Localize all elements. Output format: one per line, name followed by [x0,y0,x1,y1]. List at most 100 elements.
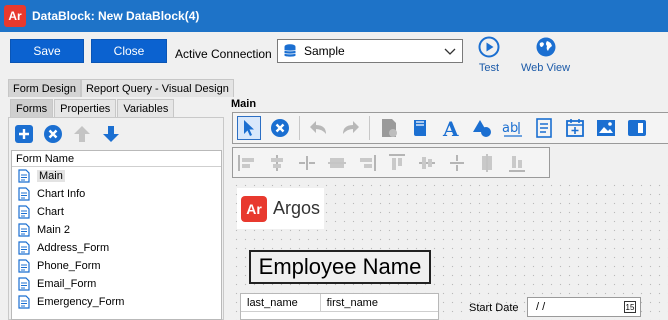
delete-form-icon[interactable] [43,124,63,144]
form-document-icon [18,259,30,273]
active-connection-label: Active Connection [175,47,272,61]
form-name: Email_Form [37,278,97,290]
book-tool[interactable] [408,116,432,140]
text-tool[interactable]: A [439,116,463,140]
add-page-tool[interactable] [377,116,401,140]
list-item[interactable]: Phone_Form [12,257,221,275]
connection-select[interactable]: Sample [277,39,463,63]
start-date-field[interactable]: / / 15 [527,297,641,317]
list-item[interactable]: Main [12,167,221,185]
form-name: Chart [37,206,64,218]
web-view-label: Web View [521,62,571,74]
form-name: Main [37,170,65,182]
play-icon [478,36,500,58]
align-middle-icon[interactable] [417,153,437,173]
list-item[interactable]: Address_Form [12,239,221,257]
calendar-icon [566,119,584,137]
distribute-horizontal-icon[interactable] [297,153,317,173]
close-button[interactable]: Close [91,39,167,63]
start-date-label: Start Date [469,302,519,314]
document-icon [536,118,552,138]
form-document-icon [18,277,30,291]
add-page-icon [382,119,397,137]
panel-tool[interactable] [625,116,649,140]
add-form-icon[interactable] [14,124,34,144]
web-view-button[interactable]: Web View [521,36,570,74]
test-label: Test [478,62,500,74]
tab-form-design[interactable]: Form Design [8,79,81,97]
form-title: Main [231,98,257,110]
grid-header: last_name first_name [241,294,438,312]
form-document-icon [18,187,30,201]
align-left-icon[interactable] [237,153,257,173]
start-date-value: / / [536,301,546,313]
center-vertical-icon[interactable] [477,153,497,173]
globe-icon [536,37,556,57]
pointer-icon [244,120,254,136]
title-bar: Ar DataBlock: New DataBlock(4) [0,0,668,32]
form-name: Phone_Form [37,260,101,272]
form-name: Emergency_Form [37,296,125,308]
forms-toolbar [14,124,121,144]
calendar-icon[interactable]: 15 [624,301,636,313]
list-item[interactable]: Chart [12,203,221,221]
tab-variables[interactable]: Variables [117,99,175,117]
form-document-icon [18,223,30,237]
form-name: Chart Info [37,188,86,200]
list-item[interactable]: Chart Info [12,185,221,203]
form-document-icon [18,205,30,219]
align-bottom-icon[interactable] [507,153,527,173]
argos-logo[interactable]: Ar Argos [237,188,324,229]
panel-icon [628,120,646,136]
panel-tabs: Forms Properties Variables [10,99,175,117]
employee-name-heading[interactable]: Employee Name [249,250,431,284]
form-name: Main 2 [37,224,71,236]
undo-tool[interactable] [307,116,331,140]
list-item[interactable]: Emergency_Form [12,293,221,311]
align-center-icon[interactable] [267,153,287,173]
label-icon: ab [502,121,522,137]
toolbar-separator [299,116,300,140]
grid-column-last-name[interactable]: last_name [241,294,321,311]
tab-report-query[interactable]: Report Query - Visual Design [80,79,234,97]
logo-mark-icon: Ar [241,195,267,222]
test-button[interactable]: Test [478,36,500,74]
tab-forms[interactable]: Forms [10,99,54,117]
designer-toolbar: A ab [232,112,668,144]
image-tool[interactable] [594,116,618,140]
label-tool[interactable]: ab [501,116,525,140]
form-document-icon [18,295,30,309]
svg-text:A: A [442,117,459,139]
delete-tool[interactable] [268,116,292,140]
list-item[interactable]: Main 2 [12,221,221,239]
pointer-tool[interactable] [237,116,261,140]
shape-tool[interactable] [470,116,494,140]
window-title: DataBlock: New DataBlock(4) [32,9,200,23]
data-grid[interactable]: last_name first_name [240,293,439,320]
redo-tool[interactable] [338,116,362,140]
move-up-icon[interactable] [72,124,92,144]
design-tabs: Form Design Report Query - Visual Design [8,79,234,97]
text-icon: A [442,117,459,139]
book-icon [414,120,426,136]
undo-icon [310,121,326,134]
grid-column-first-name[interactable]: first_name [321,294,438,311]
align-toolbar [232,147,550,178]
save-button[interactable]: Save [10,39,84,63]
list-item[interactable]: Email_Form [12,275,221,293]
chevron-down-icon [444,48,456,55]
image-icon [597,120,615,136]
logo-text: Argos [273,198,321,218]
database-icon [284,44,296,57]
redo-icon [343,121,359,134]
align-top-icon[interactable] [387,153,407,173]
document-tool[interactable] [532,116,556,140]
calendar-tool[interactable] [563,116,587,140]
move-down-icon[interactable] [101,124,121,144]
distribute-vertical-icon[interactable] [447,153,467,173]
forms-panel: Form Name Main Chart Info Chart Main 2 Addre… [8,117,224,320]
svg-text:ab: ab [502,121,518,136]
center-horizontal-icon[interactable] [327,153,347,173]
align-right-icon[interactable] [357,153,377,173]
tab-properties[interactable]: Properties [54,99,117,117]
